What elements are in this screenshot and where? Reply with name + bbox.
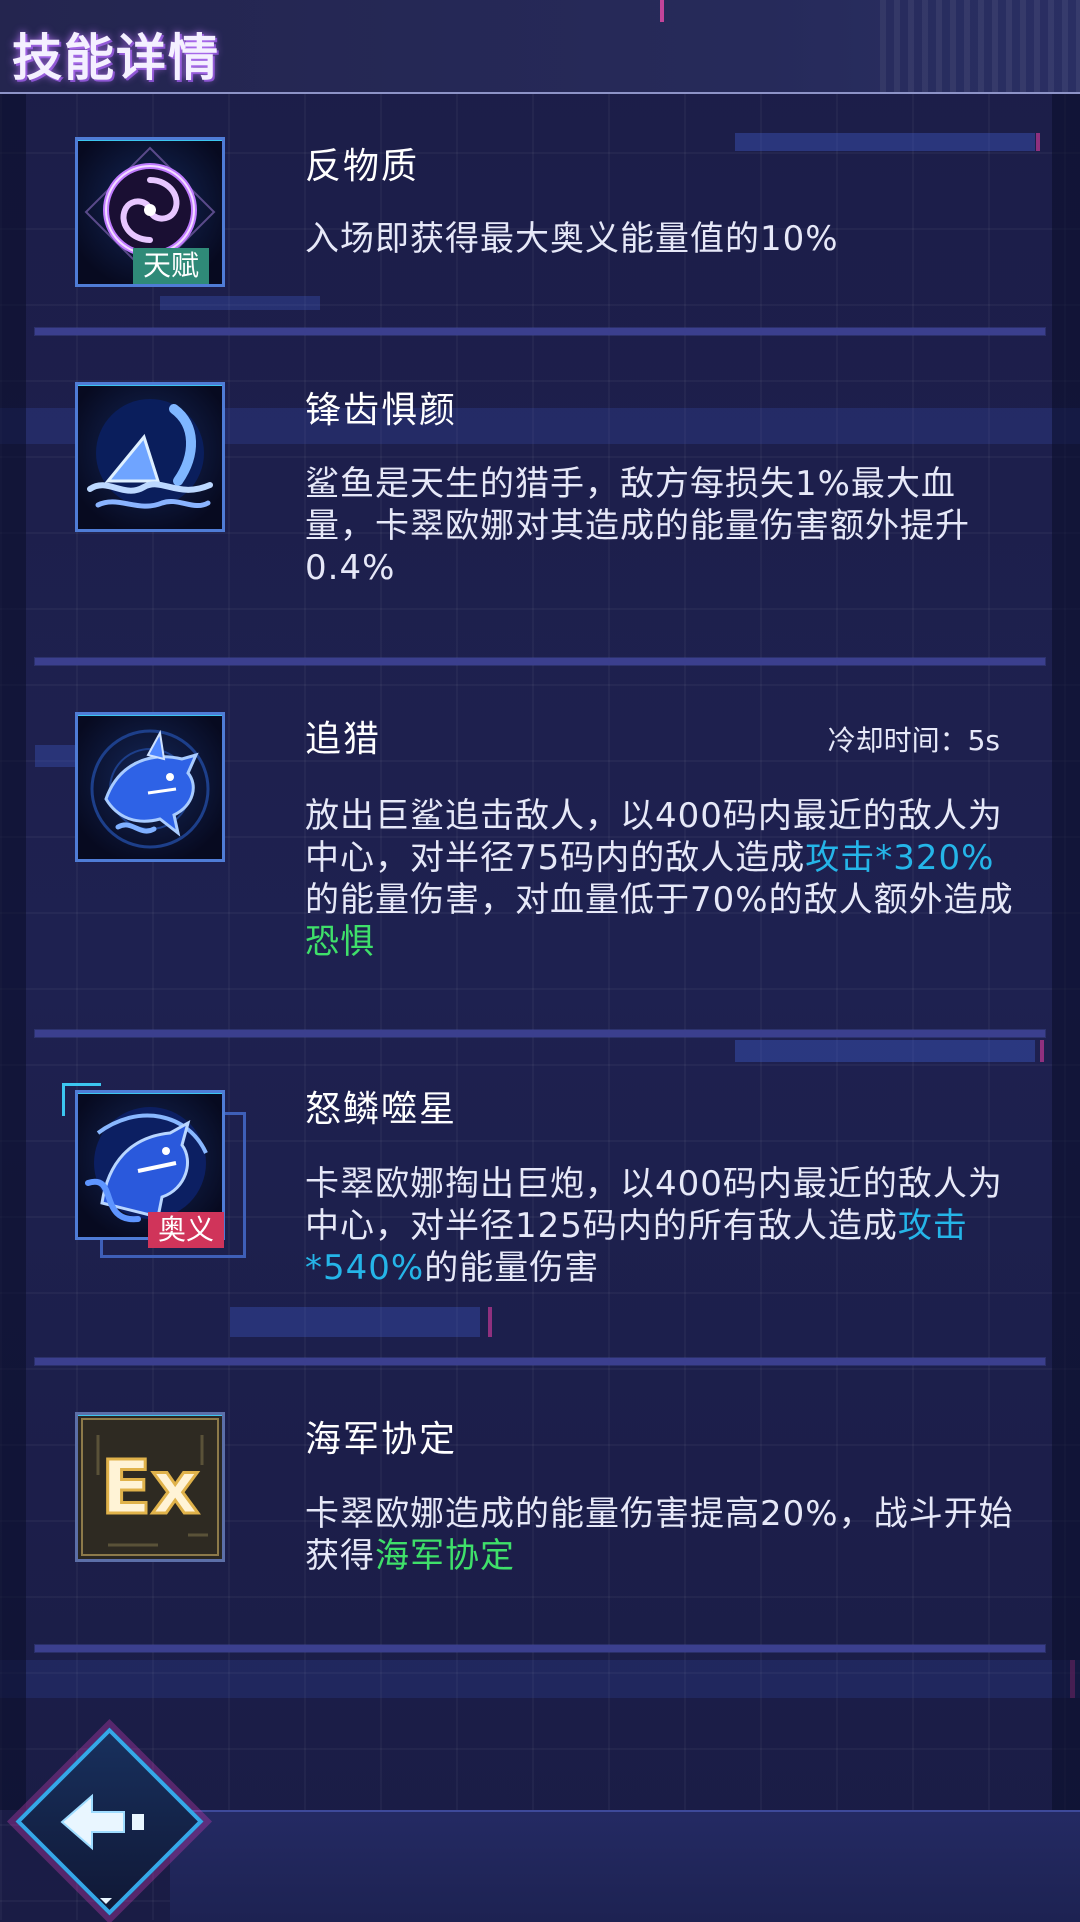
highlight-status: 恐惧 (305, 922, 375, 962)
skill-description: 放出巨鲨追击敌人，以400码内最近的敌人为中心，对半径75码内的敌人造成攻击*3… (305, 796, 1014, 962)
talent-badge: 天赋 (133, 248, 210, 284)
divider (35, 658, 1045, 665)
skill-name: 海军协定 (305, 1419, 458, 1460)
highlight-damage: 攻击*320% (805, 838, 995, 878)
ultimate-badge: 奥义 (148, 1212, 225, 1248)
divider (35, 1358, 1045, 1365)
glitch-decor (488, 1307, 492, 1337)
skill-icon-frame: 天赋 (75, 137, 225, 287)
divider (35, 1645, 1045, 1652)
skill-name: 怒鳞噬星 (305, 1089, 458, 1130)
svg-text:Ex: Ex (101, 1445, 199, 1531)
back-button[interactable] (15, 1727, 204, 1916)
cooldown-label: 冷却时间：5s (827, 724, 1000, 757)
glitch-decor (0, 1660, 1080, 1698)
ex-icon: Ex (81, 1418, 219, 1556)
skill-description: 入场即获得最大奥义能量值的10% (305, 219, 839, 259)
divider (35, 328, 1045, 335)
skill-icon-frame (75, 382, 225, 532)
glitch-decor (1036, 133, 1040, 151)
skill-name: 锋齿惧颜 (305, 390, 458, 431)
skill-name: 追猎 (305, 719, 382, 760)
divider (35, 1030, 1045, 1037)
glitch-decor (1040, 1040, 1044, 1062)
back-arrow-icon[interactable] (18, 1730, 193, 1905)
shark-fin-wave-icon (87, 399, 213, 509)
skill-description: 卡翠欧娜造成的能量伤害提高20%，战斗开始获得海军协定 (305, 1494, 1014, 1576)
glitch-decor (735, 133, 1035, 151)
skill-description: 鲨鱼是天生的猎手，敌方每损失1%最大血量，卡翠欧娜对其造成的能量伤害额外提升0.… (305, 464, 970, 588)
skill-description: 卡翠欧娜掏出巨炮，以400码内最近的敌人为中心，对半径125码内的所有敌人造成攻… (305, 1164, 1003, 1288)
header-decor (660, 0, 664, 22)
skill-icon-frame (75, 712, 225, 862)
glitch-decor (735, 1040, 1035, 1062)
glitch-decor (230, 1307, 480, 1337)
skill-icon-frame: Ex (75, 1412, 225, 1562)
page-title: 技能详情 (12, 29, 220, 87)
header-decor (880, 0, 1080, 92)
glitch-decor (160, 296, 320, 310)
side-rail-right (1052, 90, 1080, 1810)
side-rail-left (0, 90, 26, 1810)
header-bar: 技能详情 (0, 0, 1080, 94)
bottom-bar (170, 1810, 1080, 1922)
skill-name: 反物质 (305, 146, 420, 187)
shark-hunter-icon (90, 729, 210, 849)
highlight-buff: 海军协定 (375, 1536, 515, 1576)
